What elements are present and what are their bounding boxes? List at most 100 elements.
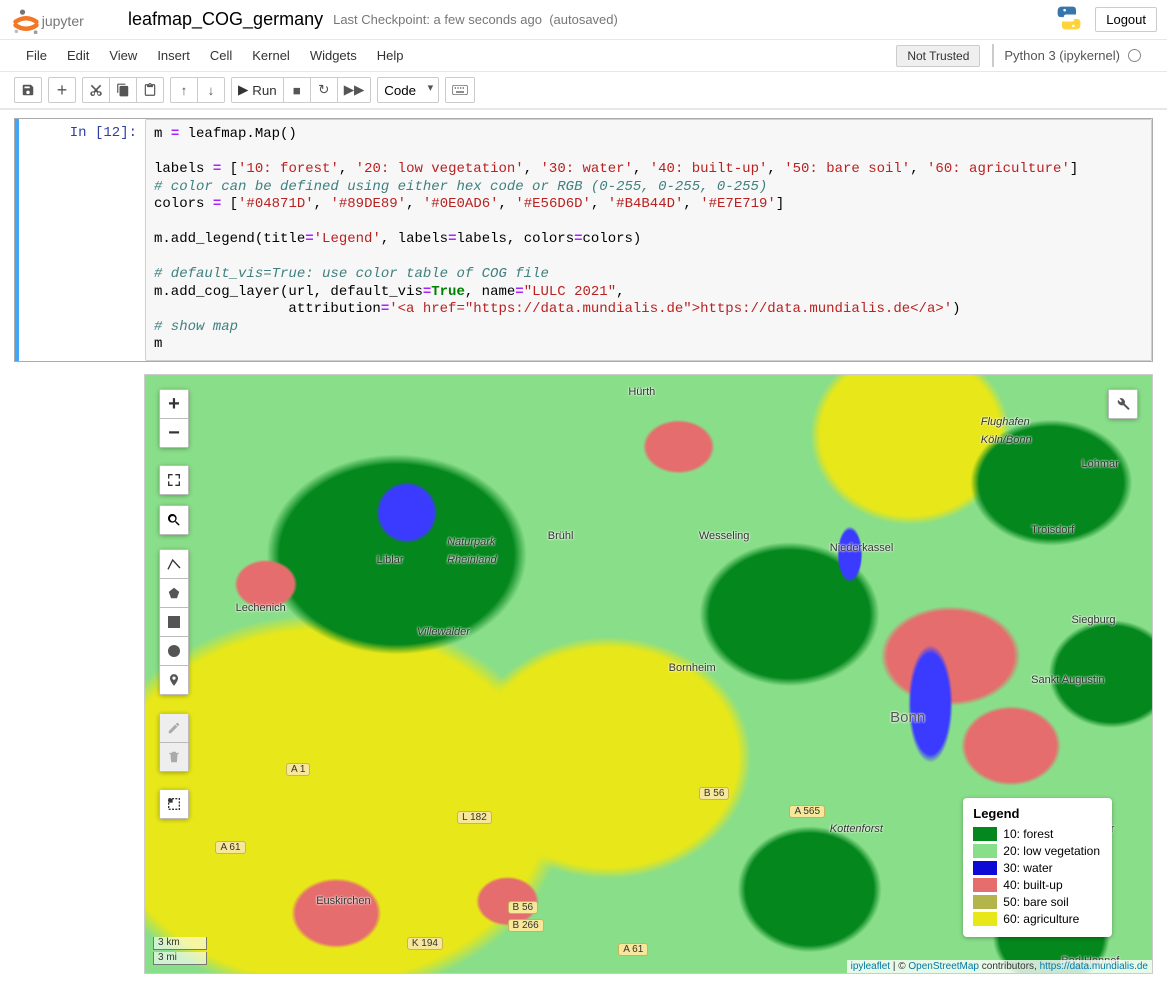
road-badge: L 182 [457,811,492,824]
paste-icon [143,83,157,97]
layers-button[interactable] [1108,389,1138,419]
scale-km: 3 km [153,937,207,950]
jupyter-logo[interactable]: jupyter [4,6,124,34]
legend-label: 20: low vegetation [1003,844,1100,858]
move-up-button[interactable]: ↑ [170,77,198,103]
draw-polyline-button[interactable] [159,549,189,579]
code-cell[interactable]: In [12]: m = leafmap.Map() labels = ['10… [14,118,1153,362]
draw-marker-button[interactable] [159,665,189,695]
polygon-icon [167,586,181,600]
place-label: Lohmar [1082,458,1119,470]
menu-edit[interactable]: Edit [57,40,99,71]
keyboard-icon [452,84,468,96]
notebook-name[interactable]: leafmap_COG_germany [124,9,327,30]
menu-widgets[interactable]: Widgets [300,40,367,71]
toolbar: + ↑ ↓ ▶ Run ■ [0,72,1167,109]
legend-swatch [973,844,997,858]
menu-view[interactable]: View [99,40,147,71]
legend-swatch [973,861,997,875]
road-badge: B 56 [699,787,730,800]
legend-swatch [973,895,997,909]
place-label: Hürth [628,386,655,398]
run-button[interactable]: ▶ Run [231,77,284,103]
draw-rectangle-button[interactable] [159,607,189,637]
save-button[interactable] [14,77,42,103]
place-label: Brühl [548,530,574,542]
osm-link[interactable]: OpenStreetMap [908,961,979,972]
legend-label: 30: water [1003,861,1052,875]
legend-swatch [973,878,997,892]
fast-forward-icon: ▶▶ [344,82,365,98]
fullscreen-button[interactable] [159,465,189,495]
save-icon [21,83,35,97]
ipyleaflet-link[interactable]: ipyleaflet [851,961,890,972]
command-palette-button[interactable] [445,77,475,103]
cut-icon [89,83,103,97]
legend-title: Legend [973,806,1100,821]
delete-layers-button [159,742,189,772]
edit-toolbar [159,713,189,772]
road-badge: K 194 [407,937,443,950]
road-badge: B 266 [508,919,544,932]
leaflet-map[interactable]: + − [144,374,1153,974]
menu-insert[interactable]: Insert [147,40,200,71]
place-label: Niederkassel [830,542,894,554]
add-cell-button[interactable]: + [48,77,76,103]
arrow-down-icon: ↓ [208,83,215,98]
menu-help[interactable]: Help [367,40,414,71]
place-label: Siegburg [1071,614,1115,626]
rectangle-icon [168,616,180,628]
edit-layers-button [159,713,189,743]
cut-button[interactable] [82,77,110,103]
search-button[interactable] [159,505,189,535]
zoom-control: + − [159,389,189,448]
menu-kernel[interactable]: Kernel [242,40,300,71]
scale-control: 3 km 3 mi [153,935,207,965]
restart-run-all-button[interactable]: ▶▶ [337,77,372,103]
zoom-in-button[interactable]: + [159,389,189,419]
interrupt-button[interactable]: ■ [283,77,311,103]
attribution-control: ipyleaflet | © OpenStreetMap contributor… [847,960,1152,973]
copy-button[interactable] [109,77,137,103]
header: jupyter leafmap_COG_germany Last Checkpo… [0,0,1167,110]
draw-polygon-button[interactable] [159,578,189,608]
road-badge: B 56 [508,901,539,914]
paste-button[interactable] [136,77,164,103]
place-label: Liblar [377,554,404,566]
move-down-button[interactable]: ↓ [197,77,225,103]
mundialis-link[interactable]: https://data.mundialis.de [1040,961,1148,972]
search-icon [166,512,182,528]
place-label: Naturpark [447,536,495,548]
draw-circle-button[interactable] [159,636,189,666]
legend-swatch [973,827,997,841]
kernel-indicator[interactable]: Python 3 (ipykernel) [992,44,1151,67]
marker-icon [167,672,181,688]
not-trusted-button[interactable]: Not Trusted [896,45,980,67]
notebook-area: In [12]: m = leafmap.Map() labels = ['10… [0,110,1167,1004]
cell-type-select[interactable]: Code [377,77,439,103]
road-badge: A 1 [286,763,310,776]
legend: Legend 10: forest20: low vegetation30: w… [963,798,1112,937]
code-input[interactable]: m = leafmap.Map() labels = ['10: forest'… [145,119,1152,361]
road-badge: A 61 [618,943,648,956]
polyline-icon [166,556,182,572]
run-label: Run [252,83,276,98]
menu-file[interactable]: File [16,40,57,71]
legend-label: 50: bare soil [1003,895,1068,909]
legend-label: 60: agriculture [1003,912,1079,926]
zoom-out-button[interactable]: − [159,418,189,448]
menu-cell[interactable]: Cell [200,40,242,71]
screenshot-button[interactable] [159,789,189,819]
place-label: Sankt Augustin [1031,674,1104,686]
logout-button[interactable]: Logout [1095,7,1157,32]
place-label: Troisdorf [1031,524,1074,536]
kernel-idle-icon [1128,49,1141,62]
restart-button[interactable]: ↻ [310,77,338,103]
fullscreen-icon [166,472,182,488]
play-icon: ▶ [238,82,248,98]
arrow-up-icon: ↑ [181,83,188,98]
screenshot-icon [166,796,182,812]
place-label: Wesseling [699,530,750,542]
scale-mi: 3 mi [153,952,207,965]
input-prompt: In [12]: [70,125,137,141]
